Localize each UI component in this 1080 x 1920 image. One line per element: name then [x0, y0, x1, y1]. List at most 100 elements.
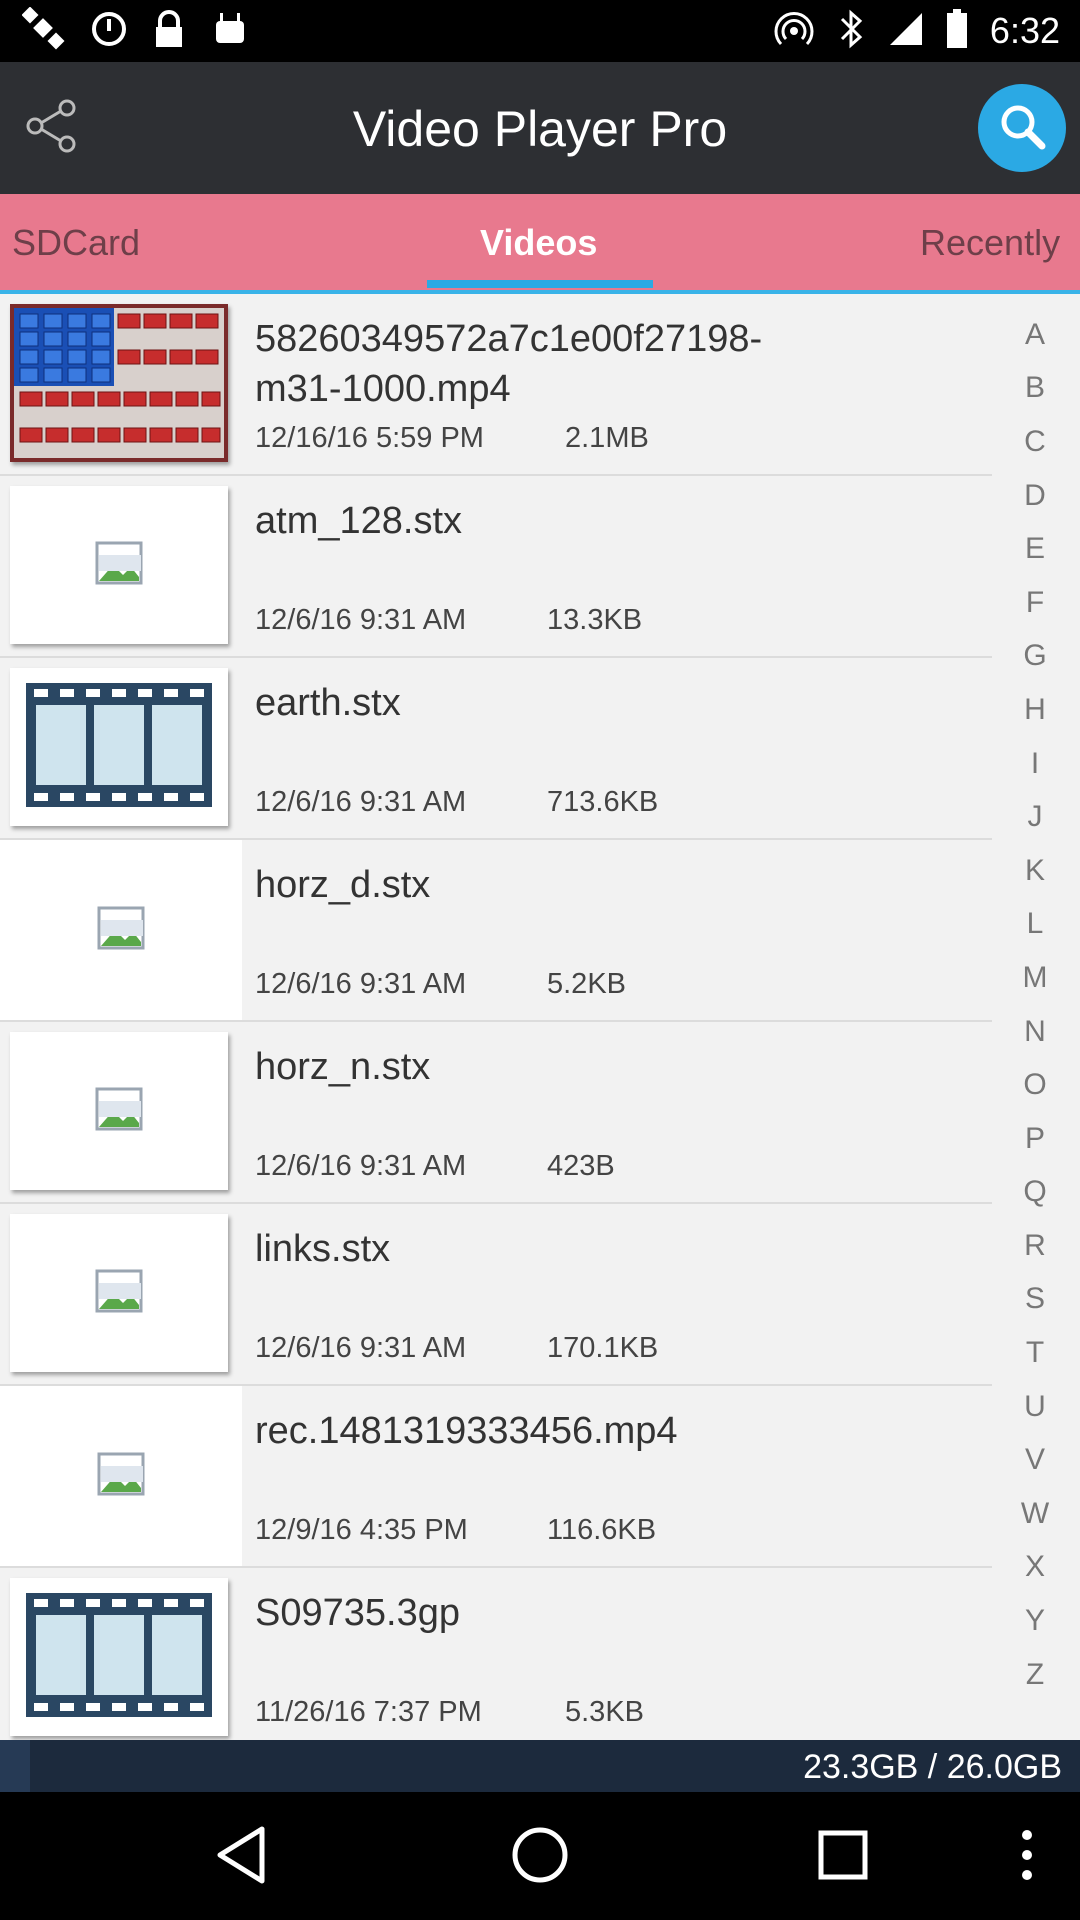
alpha-letter-l[interactable]: L [1012, 898, 1058, 952]
file-size: 713.6KB [547, 786, 659, 818]
file-size: 5.2KB [547, 968, 626, 1000]
flag-thumbnail-icon [14, 308, 224, 458]
alpha-letter-y[interactable]: Y [1012, 1594, 1058, 1648]
alpha-letter-w[interactable]: W [1012, 1487, 1058, 1541]
list-item[interactable]: horz_n.stx 12/6/16 9:31 AM 423B [0, 1022, 992, 1204]
alpha-letter-t[interactable]: T [1012, 1326, 1058, 1380]
alpha-letter-s[interactable]: S [1012, 1273, 1058, 1327]
file-date: 12/6/16 9:31 AM [255, 968, 467, 1000]
list-item[interactable]: earth.stx 12/6/16 9:31 AM 713.6KB [0, 658, 992, 840]
broken-image-icon [95, 1269, 143, 1318]
recents-button[interactable] [808, 1822, 878, 1892]
list-item[interactable]: links.stx 12/6/16 9:31 AM 170.1KB [0, 1204, 992, 1386]
file-size: 116.6KB [547, 1514, 657, 1546]
file-name: horz_n.stx [255, 1046, 431, 1088]
navigation-bar [0, 1792, 1080, 1920]
alpha-letter-g[interactable]: G [1012, 630, 1058, 684]
alpha-letter-v[interactable]: V [1012, 1433, 1058, 1487]
list-item[interactable]: S09735.3gp 11/26/16 7:37 PM 5.3KB [0, 1568, 992, 1750]
file-size: 423B [547, 1150, 615, 1182]
app-header: Video Player Pro [0, 62, 1080, 194]
overflow-menu-icon [1019, 1828, 1035, 1887]
alpha-letter-h[interactable]: H [1012, 683, 1058, 737]
video-thumbnail [10, 486, 228, 644]
alpha-letter-b[interactable]: B [1012, 362, 1058, 416]
alpha-letter-i[interactable]: I [1012, 737, 1058, 791]
video-list[interactable]: 58260349572a7c1e00f27198-m31-1000.mp4 12… [0, 294, 992, 1750]
app-title: Video Player Pro [352, 101, 728, 157]
file-name: atm_128.stx [255, 500, 462, 542]
storage-usage-fill [0, 1740, 30, 1792]
search-icon [996, 100, 1048, 157]
alpha-letter-z[interactable]: Z [1012, 1648, 1058, 1702]
video-thumbnail [0, 840, 242, 1020]
search-button[interactable] [978, 84, 1066, 172]
recents-icon [818, 1830, 868, 1885]
alpha-letter-p[interactable]: P [1012, 1112, 1058, 1166]
video-thumbnail [10, 304, 228, 462]
home-button[interactable] [505, 1822, 575, 1892]
android-icon [210, 9, 250, 54]
film-strip-icon [26, 1592, 212, 1722]
cellular-signal-icon [888, 11, 924, 52]
file-name: horz_d.stx [255, 864, 431, 906]
back-icon [214, 1825, 268, 1890]
video-thumbnail [10, 1578, 228, 1736]
alpha-letter-u[interactable]: U [1012, 1380, 1058, 1434]
file-size: 5.3KB [565, 1696, 644, 1728]
alpha-letter-x[interactable]: X [1012, 1541, 1058, 1595]
list-item[interactable]: rec.1481319333456.mp4 12/9/16 4:35 PM 11… [0, 1386, 992, 1568]
alarm-icon [90, 10, 128, 53]
alpha-letter-f[interactable]: F [1012, 576, 1058, 630]
file-name: links.stx [255, 1228, 391, 1270]
alpha-letter-r[interactable]: R [1012, 1219, 1058, 1273]
alpha-letter-j[interactable]: J [1012, 790, 1058, 844]
video-thumbnail [10, 1214, 228, 1372]
file-date: 12/16/16 5:59 PM [255, 422, 484, 454]
back-button[interactable] [206, 1822, 276, 1892]
battery-icon [946, 8, 968, 54]
alpha-letter-m[interactable]: M [1012, 951, 1058, 1005]
file-name: earth.stx [255, 682, 401, 724]
alpha-letter-o[interactable]: O [1012, 1058, 1058, 1112]
status-bar: 6:32 [0, 0, 1080, 62]
tab-recently[interactable]: Recently [920, 222, 1060, 264]
broken-image-icon [97, 906, 145, 955]
active-tab-indicator [427, 280, 653, 288]
file-date: 12/6/16 9:31 AM [255, 786, 467, 818]
file-name: 58260349572a7c1e00f27198-m31-1000.mp4 [255, 318, 763, 410]
file-name: S09735.3gp [255, 1592, 460, 1634]
file-size: 170.1KB [547, 1332, 659, 1364]
video-thumbnail [10, 1032, 228, 1190]
list-item[interactable]: 58260349572a7c1e00f27198-m31-1000.mp4 12… [0, 294, 992, 476]
film-strip-icon [26, 682, 212, 812]
bluetooth-icon [836, 9, 866, 54]
satellite-fake-gps-icon [21, 6, 66, 56]
storage-bar: 23.3GB / 26.0GB [0, 1740, 1080, 1792]
hotspot-icon [774, 9, 814, 54]
alphabet-index[interactable]: A B C D E F G H I J K L M N O P Q R S T … [1012, 308, 1058, 1701]
alpha-letter-c[interactable]: C [1012, 415, 1058, 469]
file-date: 12/6/16 9:31 AM [255, 1150, 467, 1182]
video-thumbnail [0, 1386, 242, 1566]
tab-sdcard[interactable]: SDCard [12, 222, 140, 264]
alpha-letter-d[interactable]: D [1012, 469, 1058, 523]
alpha-letter-k[interactable]: K [1012, 844, 1058, 898]
alpha-letter-q[interactable]: Q [1012, 1166, 1058, 1220]
alpha-letter-e[interactable]: E [1012, 522, 1058, 576]
alpha-letter-n[interactable]: N [1012, 1005, 1058, 1059]
broken-image-icon [95, 1087, 143, 1136]
lock-icon [152, 9, 186, 54]
file-date: 12/6/16 9:31 AM [255, 1332, 467, 1364]
list-item[interactable]: horz_d.stx 12/6/16 9:31 AM 5.2KB [0, 840, 992, 1022]
list-item[interactable]: atm_128.stx 12/6/16 9:31 AM 13.3KB [0, 476, 992, 658]
tab-videos[interactable]: Videos [480, 222, 597, 264]
file-date: 11/26/16 7:37 PM [255, 1696, 482, 1728]
alpha-letter-a[interactable]: A [1012, 308, 1058, 362]
video-thumbnail [10, 668, 228, 826]
file-name: rec.1481319333456.mp4 [255, 1410, 678, 1452]
file-size: 2.1MB [565, 422, 649, 454]
file-date: 12/6/16 9:31 AM [255, 604, 467, 636]
broken-image-icon [95, 541, 143, 590]
overflow-menu-button[interactable] [992, 1822, 1062, 1892]
